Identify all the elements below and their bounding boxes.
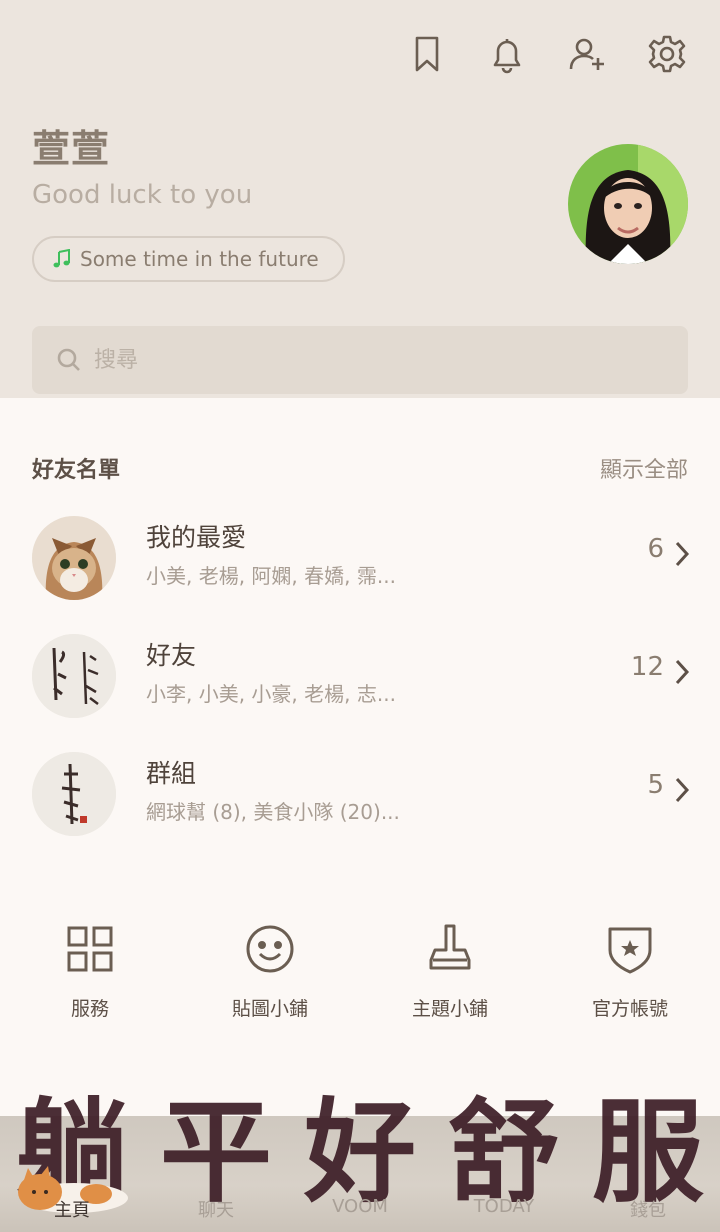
list-item-groups[interactable]: 群組 網球幫 (8), 美食小隊 (20)... 5 xyxy=(0,744,720,844)
avatar-photo xyxy=(568,144,688,264)
nav-home[interactable]: 主頁 xyxy=(0,1196,144,1222)
smiley-icon xyxy=(246,925,294,973)
add-friend-button[interactable] xyxy=(566,30,608,78)
grid-icon xyxy=(67,926,113,972)
friends-thumbnail xyxy=(32,634,116,718)
list-item-count: 5 xyxy=(647,770,664,800)
profile-avatar[interactable] xyxy=(568,144,688,264)
list-item-count: 12 xyxy=(630,652,664,682)
profile-header: 萱萱 Good luck to you Some time in the fut… xyxy=(0,0,720,398)
shortcut-official-accounts[interactable]: 官方帳號 xyxy=(540,920,720,1021)
shield-star-icon xyxy=(608,927,652,974)
list-item-title: 群組 xyxy=(146,759,197,788)
bottom-nav: 主頁 聊天 VOOM TODAY 錢包 xyxy=(0,1196,720,1222)
list-item-subtitle: 小李, 小美, 小豪, 老楊, 志... xyxy=(146,682,396,706)
list-item-subtitle: 網球幫 (8), 美食小隊 (20)... xyxy=(146,800,400,824)
shortcut-label: 主題小鋪 xyxy=(411,998,488,1020)
nav-wallet[interactable]: 錢包 xyxy=(576,1196,720,1222)
shortcut-label: 貼圖小鋪 xyxy=(231,998,308,1020)
search-icon xyxy=(57,348,80,371)
chevron-right-icon xyxy=(675,659,690,685)
shortcut-sticker-shop[interactable]: 貼圖小鋪 xyxy=(180,920,360,1021)
groups-thumbnail xyxy=(32,752,116,836)
settings-button[interactable] xyxy=(646,30,688,78)
list-item-title: 我的最愛 xyxy=(146,523,247,552)
shortcut-theme-shop[interactable]: 主題小鋪 xyxy=(360,920,540,1021)
search-input[interactable] xyxy=(92,346,656,374)
status-message[interactable]: Good luck to you xyxy=(32,180,252,210)
profile-music-button[interactable]: Some time in the future xyxy=(32,236,345,282)
list-item-title: 好友 xyxy=(146,641,197,670)
nav-chat[interactable]: 聊天 xyxy=(144,1196,288,1222)
bell-icon xyxy=(493,39,521,74)
add-friend-icon xyxy=(569,38,604,70)
list-item-count: 6 xyxy=(647,534,664,564)
shortcut-label: 服務 xyxy=(70,998,109,1020)
search-bar[interactable] xyxy=(32,326,688,394)
bookmark-button[interactable] xyxy=(406,30,448,78)
nav-today[interactable]: TODAY xyxy=(432,1196,576,1222)
music-title: Some time in the future xyxy=(80,247,319,271)
list-item-favorites[interactable]: 我的最愛 小美, 老楊, 阿嫻, 春嬌, 霈... 6 xyxy=(0,508,720,608)
chevron-right-icon xyxy=(675,541,690,567)
show-all-link[interactable]: 顯示全部 xyxy=(600,452,688,484)
notification-button[interactable] xyxy=(486,30,528,78)
bookmark-icon xyxy=(415,36,439,72)
list-item-subtitle: 小美, 老楊, 阿嫻, 春嬌, 霈... xyxy=(146,564,396,588)
list-item-friends[interactable]: 好友 小李, 小美, 小豪, 老楊, 志... 12 xyxy=(0,626,720,726)
top-toolbar xyxy=(406,30,688,78)
nav-voom[interactable]: VOOM xyxy=(288,1196,432,1222)
settings-icon xyxy=(648,35,686,73)
brush-icon xyxy=(429,924,471,970)
shortcut-label: 官方帳號 xyxy=(591,998,668,1020)
shortcut-services[interactable]: 服務 xyxy=(0,920,180,1021)
favorites-thumbnail xyxy=(32,516,116,600)
chevron-right-icon xyxy=(675,777,690,803)
friends-section-title: 好友名單 xyxy=(32,458,121,483)
music-note-icon xyxy=(53,249,70,268)
profile-name[interactable]: 萱萱 xyxy=(32,118,110,173)
shortcut-row: 服務 貼圖小鋪 主題小鋪 官方帳號 xyxy=(0,920,720,1021)
